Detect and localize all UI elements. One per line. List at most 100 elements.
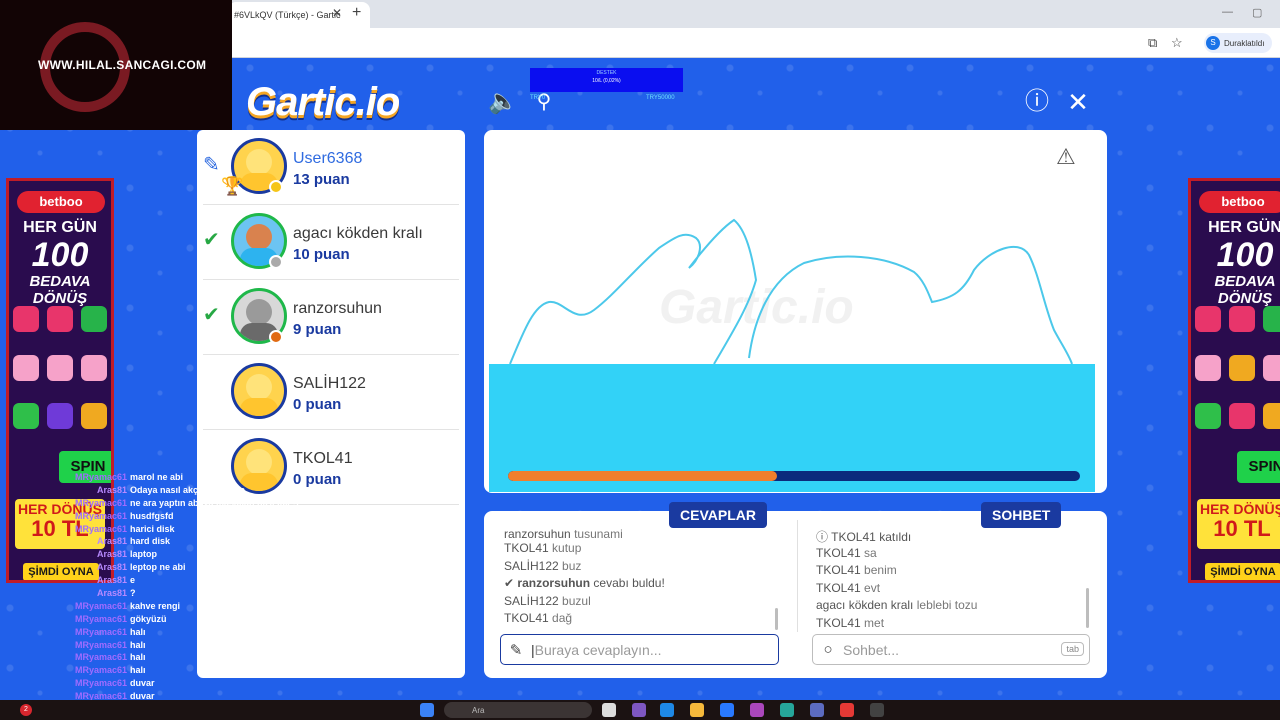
share-icon[interactable]: ⚲ bbox=[530, 88, 558, 116]
tab-answers[interactable]: CEVAPLAR bbox=[669, 502, 767, 528]
copilot-icon[interactable] bbox=[632, 703, 646, 717]
status-dot bbox=[269, 255, 283, 269]
list-item: ⓘ TKOL41 katıldı bbox=[816, 530, 912, 544]
player-score: 10 puan bbox=[293, 246, 350, 263]
stream-chat-line: Aras81 hard disk bbox=[40, 536, 299, 549]
ad-play-button[interactable]: ŞİMDİ OYNA bbox=[1205, 563, 1280, 580]
player-score: 13 puan bbox=[293, 171, 350, 188]
stream-chat-text: Odaya nasıl akçaa dola dio bbox=[130, 484, 246, 495]
stream-chat-text: e bbox=[130, 575, 136, 586]
profile-button[interactable]: S Duraklatıldı bbox=[1204, 33, 1273, 53]
trophy-icon: 🏆 bbox=[221, 176, 244, 196]
status-dot bbox=[269, 180, 283, 194]
ad-banner-right[interactable]: betboo HER GÜN 100 BEDAVA DÖNÜŞ SPIN HER… bbox=[1188, 178, 1280, 583]
player-row[interactable]: ✔ agacı kökden kralı 10 puan bbox=[197, 205, 465, 280]
install-app-icon[interactable]: ⧉ bbox=[1148, 35, 1157, 51]
player-score: 9 puan bbox=[293, 321, 342, 338]
stream-chat-line: Aras81? bbox=[40, 588, 299, 601]
store-icon[interactable] bbox=[720, 703, 734, 717]
stream-chat-line: MRyamac61 halı bbox=[40, 665, 299, 678]
stream-chat-user: Aras81 bbox=[96, 588, 127, 599]
stream-chat-line: MRyamac61 husdfgsfd bbox=[40, 511, 299, 524]
stream-chat-text: halı bbox=[130, 652, 146, 663]
stream-chat-text: halı bbox=[130, 626, 146, 637]
bookmark-star-icon[interactable]: ☆ bbox=[1171, 35, 1183, 51]
ad-gems-grid bbox=[1195, 306, 1280, 446]
donation-goal: TRY50000 bbox=[646, 95, 675, 101]
player-score: 0 puan bbox=[293, 471, 342, 488]
taskbar-search[interactable]: Ara bbox=[444, 702, 592, 718]
profile-avatar: S bbox=[1206, 36, 1220, 50]
explorer-icon[interactable] bbox=[690, 703, 704, 717]
player-name: ranzorsuhun bbox=[293, 300, 382, 317]
stream-chat-text: husdfgsfd bbox=[130, 510, 174, 521]
tab-close-icon[interactable]: ✕ bbox=[332, 6, 342, 20]
checkmark-icon: ✔ bbox=[203, 304, 220, 326]
player-score: 0 puan bbox=[293, 396, 342, 413]
player-name: agacı kökden kralı bbox=[293, 225, 423, 242]
stream-chat-user: MRyamac61 bbox=[74, 523, 127, 534]
ad-gems-grid bbox=[13, 306, 109, 446]
edge-icon[interactable] bbox=[660, 703, 674, 717]
player-name: User6368 bbox=[293, 150, 363, 167]
stream-chat-line: Aras81 leptop ne abi bbox=[40, 562, 299, 575]
list-item: TKOL41 dağ bbox=[504, 611, 573, 625]
tab-chat[interactable]: SOHBET bbox=[981, 502, 1062, 528]
stream-chat-user: MRyamac61 bbox=[74, 639, 127, 650]
chat-input[interactable]: ○ Sohbet... tab bbox=[812, 634, 1090, 665]
stream-chat-text: laptop bbox=[130, 549, 157, 560]
stream-chat-user: Aras81 bbox=[96, 549, 127, 560]
stream-chat-user: Aras81 bbox=[96, 484, 127, 495]
new-tab-icon[interactable]: + bbox=[352, 4, 361, 22]
discord-icon[interactable] bbox=[810, 703, 824, 717]
ad-spin-button[interactable]: SPIN bbox=[1237, 451, 1280, 483]
list-item: SALİH122 buzul bbox=[504, 593, 591, 608]
answers-scrollbar[interactable] bbox=[775, 608, 778, 630]
list-item: TKOL41 evt bbox=[816, 580, 881, 595]
maximize-icon[interactable]: ▢ bbox=[1252, 6, 1262, 19]
drawing-canvas[interactable]: Gartic.io ⚠ bbox=[484, 130, 1107, 493]
minimize-icon[interactable]: — bbox=[1222, 6, 1233, 18]
player-row[interactable]: SALİH122 0 puan bbox=[197, 355, 465, 430]
list-item: ranzorsuhun tusunami bbox=[504, 527, 623, 541]
ad-line3: BEDAVA DÖNÜŞ bbox=[29, 273, 91, 307]
stream-chat-text: marol ne abi bbox=[130, 472, 184, 482]
ad-bonus: HER DÖNÜŞ 10 TL bbox=[1197, 499, 1280, 549]
ad-line1: HER GÜN bbox=[1208, 219, 1280, 236]
pencil-icon: ✎ bbox=[203, 154, 220, 176]
list-item: TKOL41 met bbox=[816, 615, 885, 630]
player-row[interactable]: ✎ 🏆 User6368 13 puan bbox=[197, 130, 465, 205]
chat-list: ⓘ TKOL41 katıldı TKOL41 sa TKOL41 benim … bbox=[816, 528, 977, 633]
taskbar-search-placeholder: Ara bbox=[472, 706, 485, 715]
sound-icon[interactable]: 🔈 bbox=[488, 88, 518, 116]
checkmark-icon: ✔ bbox=[203, 229, 220, 251]
stream-chat-user: MRyamac61 bbox=[74, 665, 127, 676]
stream-chat-user: Aras81 bbox=[96, 536, 127, 547]
app-icon[interactable] bbox=[750, 703, 764, 717]
mountain-stroke bbox=[509, 218, 758, 365]
stream-chat-text: hard disk bbox=[130, 536, 171, 547]
chrome-icon[interactable] bbox=[840, 703, 854, 717]
task-view-icon[interactable] bbox=[602, 703, 616, 717]
close-room-icon[interactable]: ✕ bbox=[1064, 88, 1092, 116]
list-item: ✔ ranzorsuhun cevabı buldu! bbox=[504, 576, 665, 590]
column-divider bbox=[797, 520, 798, 632]
timer-fill bbox=[508, 471, 777, 481]
stream-chat-text: halı bbox=[130, 665, 146, 676]
player-row[interactable]: ✔ ranzorsuhun 9 puan bbox=[197, 280, 465, 355]
chat-scrollbar[interactable] bbox=[1086, 588, 1089, 628]
stream-chat-line: Aras81 laptop bbox=[40, 549, 299, 562]
app-icon[interactable] bbox=[780, 703, 794, 717]
stream-chat-text: harici disk bbox=[130, 523, 175, 534]
donation-header: DESTEK bbox=[596, 70, 617, 76]
start-icon[interactable] bbox=[420, 703, 434, 717]
answer-placeholder: Buraya cevaplayın... bbox=[534, 641, 662, 658]
ad-line3: BEDAVA DÖNÜŞ bbox=[1214, 273, 1276, 307]
browser-tab[interactable]: #6VLkQV (Türkçe) - Gartic bbox=[228, 2, 370, 28]
donation-progress: 10/L (0,02%) bbox=[592, 78, 621, 84]
info-icon[interactable]: ⓘ bbox=[1023, 88, 1051, 116]
stream-chat-text: ? bbox=[130, 588, 136, 599]
obs-icon[interactable] bbox=[870, 703, 884, 717]
stream-chat-line: MRyamac61 marol ne abi bbox=[40, 472, 299, 485]
answer-input[interactable]: ✎ | Buraya cevaplayın... bbox=[500, 634, 779, 665]
